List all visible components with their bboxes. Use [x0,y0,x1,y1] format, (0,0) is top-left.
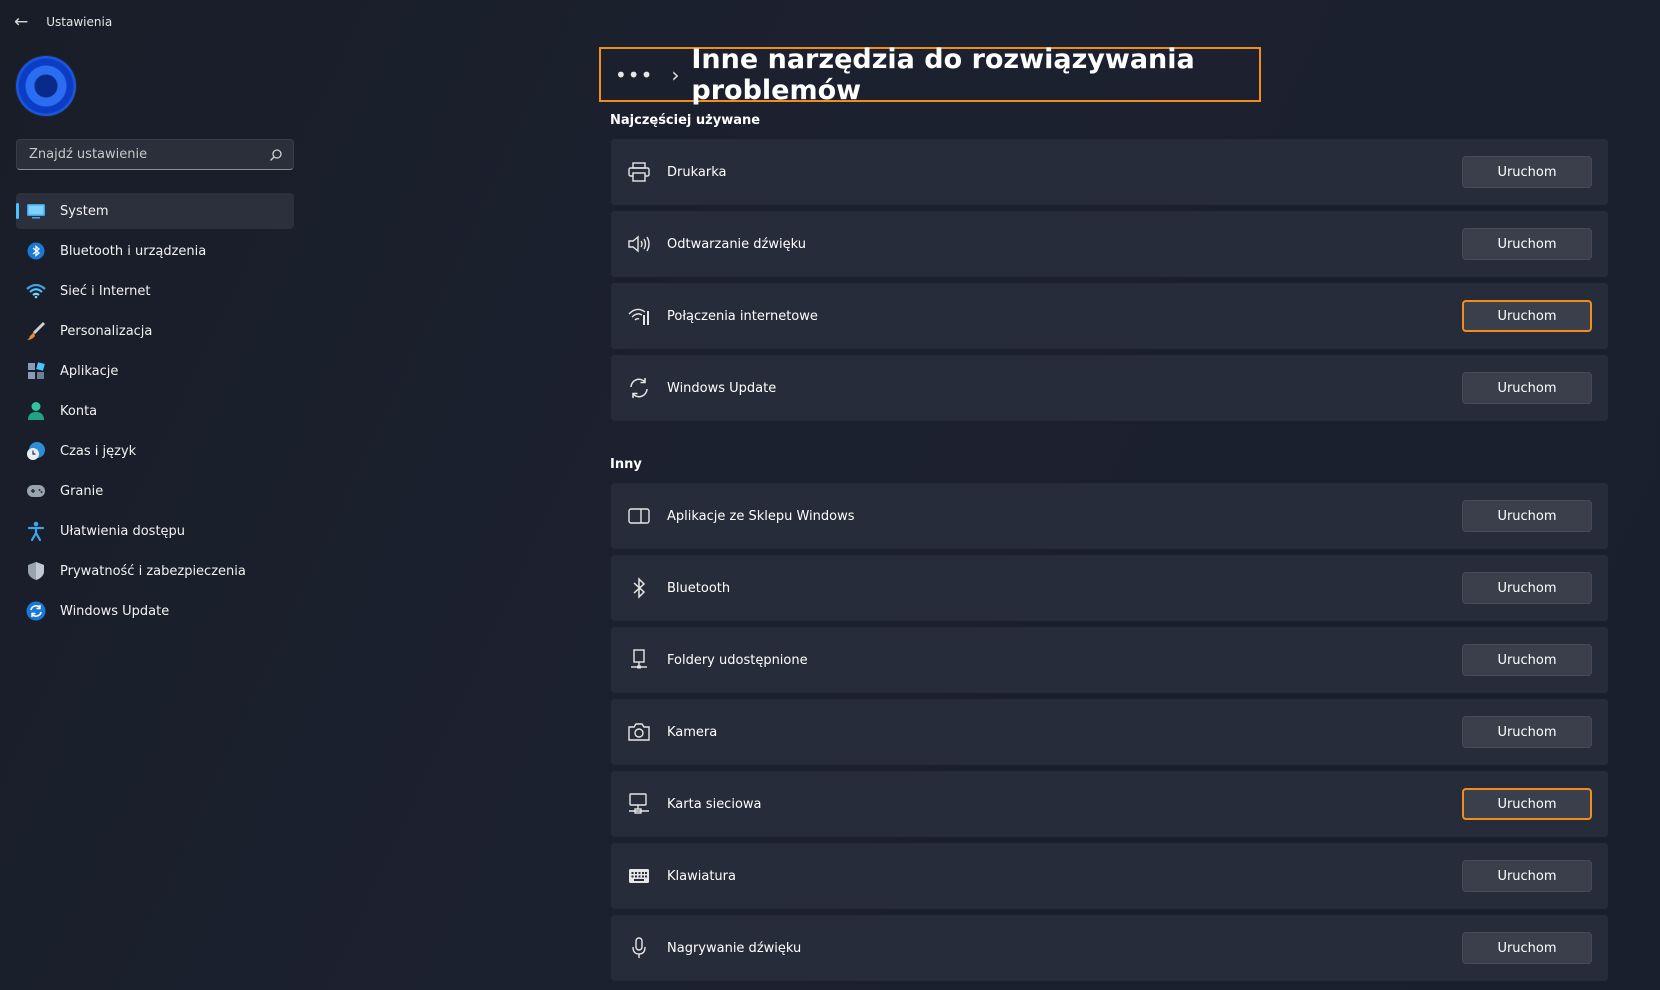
troubleshooter-audio-playback: Odtwarzanie dźwięku Uruchom [611,211,1608,277]
sidebar-item-label: Windows Update [60,603,170,619]
troubleshooter-network-adapter: Karta sieciowa Uruchom [611,771,1608,837]
printer-icon [627,160,651,184]
search-icon[interactable] [269,148,283,162]
search-box[interactable] [16,139,294,170]
troubleshooter-keyboard: Klawiatura Uruchom [611,843,1608,909]
breadcrumb: ••• › Inne narzędzia do rozwiązywania pr… [599,44,1261,106]
sidebar-item-personalization[interactable]: Personalizacja [16,313,294,349]
troubleshooter-label: Foldery udostępnione [667,652,808,668]
page-title: Inne narzędzia do rozwiązywania problemó… [691,43,1195,106]
sidebar-item-label: Konta [60,403,98,419]
troubleshooter-windows-update: Windows Update Uruchom [611,355,1608,421]
sidebar-item-bluetooth[interactable]: Bluetooth i urządzenia [16,233,294,269]
sidebar-item-label: Granie [60,483,104,499]
apps-icon [26,361,46,381]
run-button[interactable]: Uruchom [1462,228,1592,260]
wifi-signal-icon [627,304,651,328]
breadcrumb-more-button[interactable]: ••• [615,65,653,85]
sidebar-item-accounts[interactable]: Konta [16,393,294,429]
sidebar-item-accessibility[interactable]: Ułatwienia dostępu [16,513,294,549]
troubleshooter-label: Klawiatura [667,868,736,884]
store-app-icon [627,504,651,528]
keyboard-icon [627,864,651,888]
troubleshooter-shared-folders: Foldery udostępnione Uruchom [611,627,1608,693]
troubleshooter-internet-connections: Połączenia internetowe Uruchom [611,283,1608,349]
run-button[interactable]: Uruchom [1462,300,1592,332]
troubleshooter-label: Windows Update [667,380,777,396]
troubleshooter-label: Aplikacje ze Sklepu Windows [667,508,855,524]
troubleshooter-label: Bluetooth [667,580,731,596]
troubleshooter-store-apps: Aplikacje ze Sklepu Windows Uruchom [611,483,1608,549]
app-title: Ustawienia [46,15,113,29]
troubleshooter-printer: Drukarka Uruchom [611,139,1608,205]
update-icon [26,601,46,621]
troubleshooter-label: Połączenia internetowe [667,308,818,324]
sidebar-item-label: Prywatność i zabezpieczenia [60,563,246,579]
gamepad-icon [26,481,46,501]
troubleshooter-label: Kamera [667,724,718,740]
troubleshooter-label: Karta sieciowa [667,796,762,812]
troubleshooter-audio-recording: Nagrywanie dźwięku Uruchom [611,915,1608,981]
sidebar-item-label: Aplikacje [60,363,119,379]
troubleshooter-camera: Kamera Uruchom [611,699,1608,765]
bluetooth-icon [627,576,651,600]
sidebar-item-windows-update[interactable]: Windows Update [16,593,294,629]
back-arrow-icon[interactable]: ← [14,12,28,32]
wifi-icon [26,281,46,301]
network-share-icon [627,648,651,672]
speaker-icon [627,232,651,256]
accessibility-icon [26,521,46,541]
troubleshooter-label: Drukarka [667,164,727,180]
sidebar-item-label: Personalizacja [60,323,153,339]
network-adapter-icon [627,792,651,816]
sidebar-item-privacy[interactable]: Prywatność i zabezpieczenia [16,553,294,589]
run-button[interactable]: Uruchom [1462,788,1592,820]
sidebar-item-network[interactable]: Sieć i Internet [16,273,294,309]
shield-icon [26,561,46,581]
troubleshooter-label: Nagrywanie dźwięku [667,940,802,956]
sidebar-item-label: Bluetooth i urządzenia [60,243,207,259]
bluetooth-icon [26,241,46,261]
clock-globe-icon [26,441,46,461]
sidebar-item-gaming[interactable]: Granie [16,473,294,509]
search-input[interactable] [27,146,269,163]
sidebar-item-label: System [60,203,109,219]
run-button[interactable]: Uruchom [1462,372,1592,404]
run-button[interactable]: Uruchom [1462,860,1592,892]
sidebar-item-label: Czas i język [60,443,137,459]
sidebar-item-time-language[interactable]: Czas i język [16,433,294,469]
run-button[interactable]: Uruchom [1462,572,1592,604]
title-bar: ← Ustawienia [14,12,112,32]
run-button[interactable]: Uruchom [1462,156,1592,188]
microphone-icon [627,936,651,960]
section-title-frequent: Najczęściej używane [610,113,761,128]
chevron-right-icon: › [671,62,680,87]
troubleshooter-label: Odtwarzanie dźwięku [667,236,806,252]
sidebar-item-system[interactable]: System [16,193,294,229]
sidebar-item-label: Ułatwienia dostępu [60,523,186,539]
run-button[interactable]: Uruchom [1462,932,1592,964]
sync-icon [627,376,651,400]
troubleshooter-bluetooth: Bluetooth Uruchom [611,555,1608,621]
sidebar-nav: System Bluetooth i urządzenia Sieć i Int… [16,193,294,633]
run-button[interactable]: Uruchom [1462,500,1592,532]
run-button[interactable]: Uruchom [1462,716,1592,748]
avatar[interactable] [16,56,76,116]
person-icon [26,401,46,421]
sidebar-item-apps[interactable]: Aplikacje [16,353,294,389]
sidebar-item-label: Sieć i Internet [60,283,151,299]
camera-icon [627,720,651,744]
monitor-icon [26,201,46,221]
brush-icon [26,321,46,341]
run-button[interactable]: Uruchom [1462,644,1592,676]
section-title-other: Inny [610,457,642,472]
